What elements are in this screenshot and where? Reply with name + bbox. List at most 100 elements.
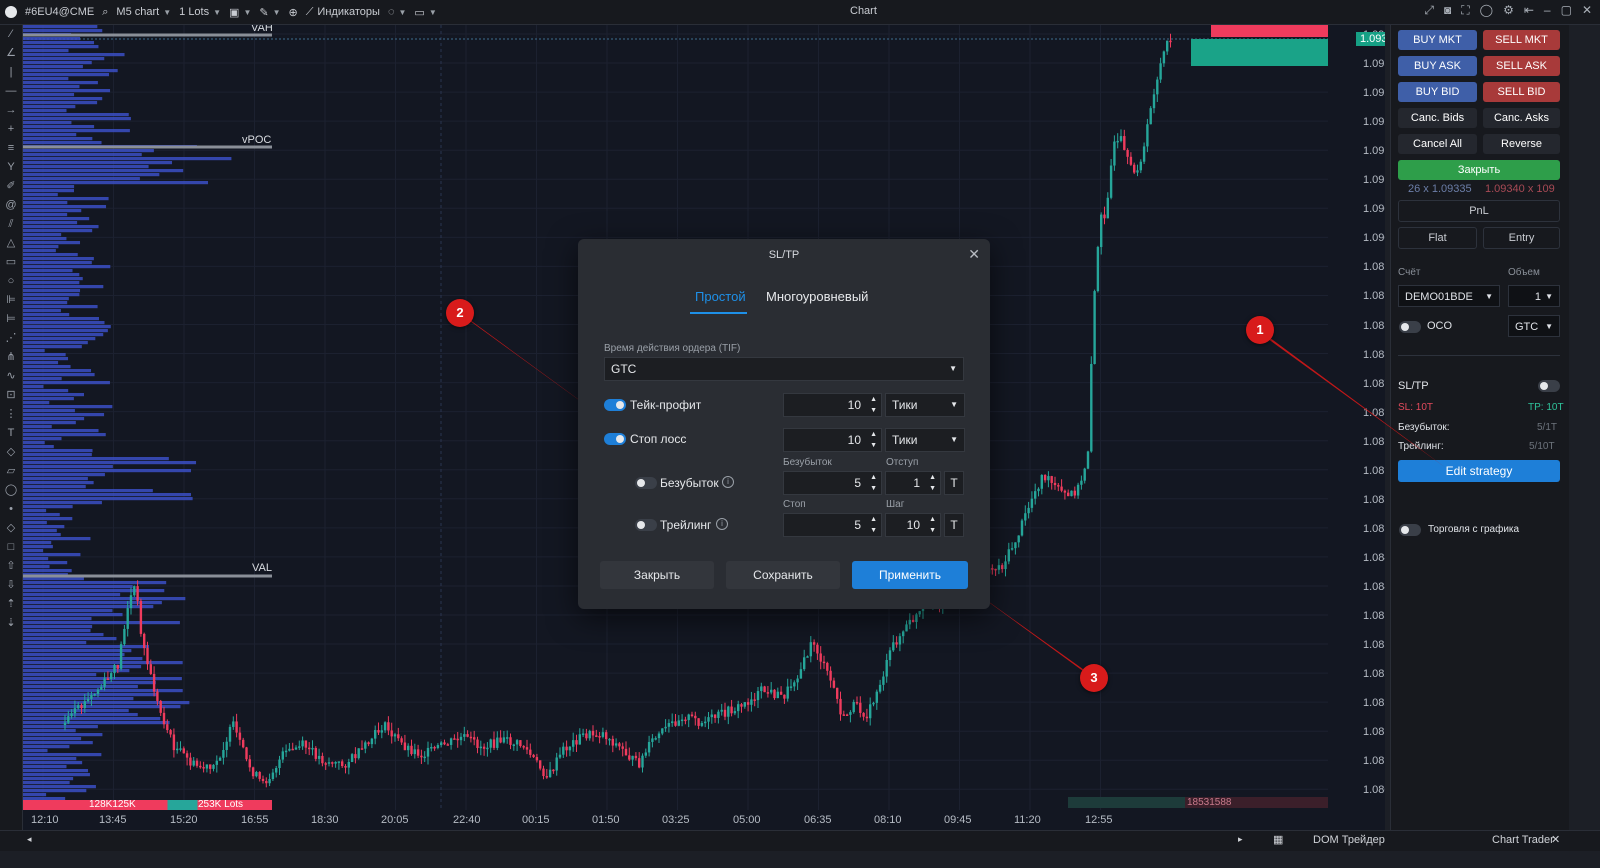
angle-tool-icon[interactable]: ∠: [0, 44, 22, 63]
minimize-icon[interactable]: –: [1544, 3, 1551, 18]
info-icon[interactable]: i: [716, 518, 728, 530]
cancel-asks-button[interactable]: Canc. Asks: [1483, 108, 1560, 128]
stepper-icon[interactable]: ▲ ▼: [870, 472, 877, 494]
stop-loss-unit-select[interactable]: Тики ▼: [885, 428, 965, 452]
close-position-button[interactable]: Закрыть: [1398, 160, 1560, 180]
tag-icon[interactable]: ◇: [0, 443, 22, 462]
buy-ask-button[interactable]: BUY ASK: [1398, 56, 1477, 76]
scroll-right-icon[interactable]: ▸: [1238, 834, 1243, 845]
close-button[interactable]: Закрыть: [600, 561, 714, 589]
fib-ext-icon[interactable]: ⊨: [0, 310, 22, 329]
template-icon[interactable]: ▣ ▼: [229, 6, 251, 19]
stepper-icon[interactable]: ▲ ▼: [929, 472, 936, 494]
arrow-up-icon[interactable]: ⇧: [0, 557, 22, 576]
close-icon[interactable]: ✕: [968, 246, 980, 263]
pen-icon[interactable]: ✐: [0, 177, 22, 196]
fib-fan-icon[interactable]: ⋰: [0, 329, 22, 348]
rectangle-icon[interactable]: ▭: [0, 253, 22, 272]
trailing-t-button[interactable]: T: [944, 513, 964, 537]
oco-toggle[interactable]: [1399, 321, 1421, 333]
sell-ask-button[interactable]: SELL ASK: [1483, 56, 1560, 76]
dom-trader-tab[interactable]: DOM Трейдер: [1313, 834, 1385, 846]
diamond-icon[interactable]: ◇: [0, 519, 22, 538]
save-button[interactable]: Сохранить: [726, 561, 840, 589]
wave-icon[interactable]: ∿: [0, 367, 22, 386]
stop-loss-input[interactable]: 10 ▲ ▼: [783, 428, 882, 452]
close-icon[interactable]: ✕: [1551, 833, 1560, 846]
pin-icon[interactable]: ⇤: [1524, 3, 1534, 18]
ellipse-icon[interactable]: ○: [0, 272, 22, 291]
gear-icon[interactable]: ⚙: [1503, 3, 1514, 18]
cancel-bids-button[interactable]: Canc. Bids: [1398, 108, 1477, 128]
line-tool-icon[interactable]: ⁄: [0, 25, 22, 44]
fullscreen-icon[interactable]: ⛶: [1461, 3, 1469, 18]
reverse-button[interactable]: Reverse: [1483, 134, 1560, 154]
lines-icon[interactable]: ≡: [0, 139, 22, 158]
fib-icon[interactable]: ⊫: [0, 291, 22, 310]
horizontal-line-icon[interactable]: —: [0, 82, 22, 101]
vertical-line-icon[interactable]: |: [0, 63, 22, 82]
indicators-button[interactable]: ⟋ Индикаторы: [306, 6, 380, 19]
trailing-stop-input[interactable]: 5 ▲ ▼: [783, 513, 882, 537]
ray-icon[interactable]: →: [0, 101, 22, 120]
camera-icon[interactable]: ◙: [1444, 3, 1451, 18]
dot-icon[interactable]: •: [0, 500, 22, 519]
take-profit-input[interactable]: 10 ▲ ▼: [783, 393, 882, 417]
window-icon[interactable]: ▭ ▼: [414, 6, 436, 19]
fork-icon[interactable]: Y: [0, 158, 22, 177]
tab-multilevel[interactable]: Многоуровневый: [766, 289, 868, 304]
cancel-all-button[interactable]: Cancel All: [1398, 134, 1477, 154]
circle-icon[interactable]: ◯: [1480, 3, 1493, 18]
chart-type-selector[interactable]: M5 chart ▼: [116, 6, 171, 18]
triangle-icon[interactable]: △: [0, 234, 22, 253]
text-icon[interactable]: T: [0, 424, 22, 443]
trailing-step-input[interactable]: 10 ▲ ▼: [885, 513, 941, 537]
sltp-toggle[interactable]: [1538, 380, 1560, 392]
expand-icon[interactable]: ⤢: [1424, 3, 1434, 18]
take-profit-toggle[interactable]: [604, 399, 626, 411]
chart-trading-toggle[interactable]: [1399, 524, 1421, 536]
stepper-icon[interactable]: ▲ ▼: [870, 429, 877, 451]
account-select[interactable]: DEMO01BDE ▼: [1398, 285, 1500, 307]
entry-button[interactable]: Entry: [1483, 227, 1560, 249]
scroll-left-icon[interactable]: ◂: [27, 834, 32, 845]
tab-simple[interactable]: Простой: [695, 289, 746, 304]
square-icon[interactable]: □: [0, 538, 22, 557]
search-icon[interactable]: ⌕: [102, 6, 108, 19]
stepper-icon[interactable]: ▲ ▼: [929, 514, 936, 536]
sort-up-icon[interactable]: ⇡: [0, 595, 22, 614]
ruler-icon[interactable]: ⋮: [0, 405, 22, 424]
spiral-icon[interactable]: @: [0, 196, 22, 215]
edit-strategy-button[interactable]: Edit strategy: [1398, 460, 1560, 482]
chart-trader-tab[interactable]: Chart Trader: [1492, 834, 1554, 846]
flat-button[interactable]: Flat: [1398, 227, 1477, 249]
drawing-tool-icon[interactable]: ✎ ▼: [259, 6, 280, 19]
callout-icon[interactable]: ▱: [0, 462, 22, 481]
breakeven-offset-input[interactable]: 1 ▲ ▼: [885, 471, 941, 495]
sell-bid-button[interactable]: SELL BID: [1483, 82, 1560, 102]
info-icon[interactable]: i: [722, 476, 734, 488]
volume-select[interactable]: 1 ▼: [1508, 285, 1560, 307]
stepper-icon[interactable]: ▲ ▼: [870, 394, 877, 416]
buy-mkt-button[interactable]: BUY MKT: [1398, 30, 1477, 50]
stepper-icon[interactable]: ▲ ▼: [870, 514, 877, 536]
cross-icon[interactable]: +: [0, 120, 22, 139]
maximize-icon[interactable]: ▢: [1561, 3, 1572, 18]
stop-loss-toggle[interactable]: [604, 433, 626, 445]
note-icon[interactable]: ◯: [0, 481, 22, 500]
close-icon[interactable]: ✕: [1582, 3, 1592, 18]
sell-mkt-button[interactable]: SELL MKT: [1483, 30, 1560, 50]
buy-bid-button[interactable]: BUY BID: [1398, 82, 1477, 102]
symbol-selector[interactable]: #6EU4@CME: [25, 6, 94, 18]
breakeven-toggle[interactable]: [635, 477, 657, 489]
lots-selector[interactable]: 1 Lots ▼: [179, 6, 221, 18]
arrow-down-icon[interactable]: ⇩: [0, 576, 22, 595]
take-profit-unit-select[interactable]: Тики ▼: [885, 393, 965, 417]
breakeven-input[interactable]: 5 ▲ ▼: [783, 471, 882, 495]
apply-button[interactable]: Применить: [852, 561, 968, 589]
breakeven-t-button[interactable]: T: [944, 471, 964, 495]
zoom-icon[interactable]: ⊕: [289, 6, 298, 19]
calendar-icon[interactable]: ▦: [1273, 833, 1283, 846]
tif-select[interactable]: GTC ▼: [604, 357, 964, 381]
channel-icon[interactable]: ⫽: [0, 215, 22, 234]
